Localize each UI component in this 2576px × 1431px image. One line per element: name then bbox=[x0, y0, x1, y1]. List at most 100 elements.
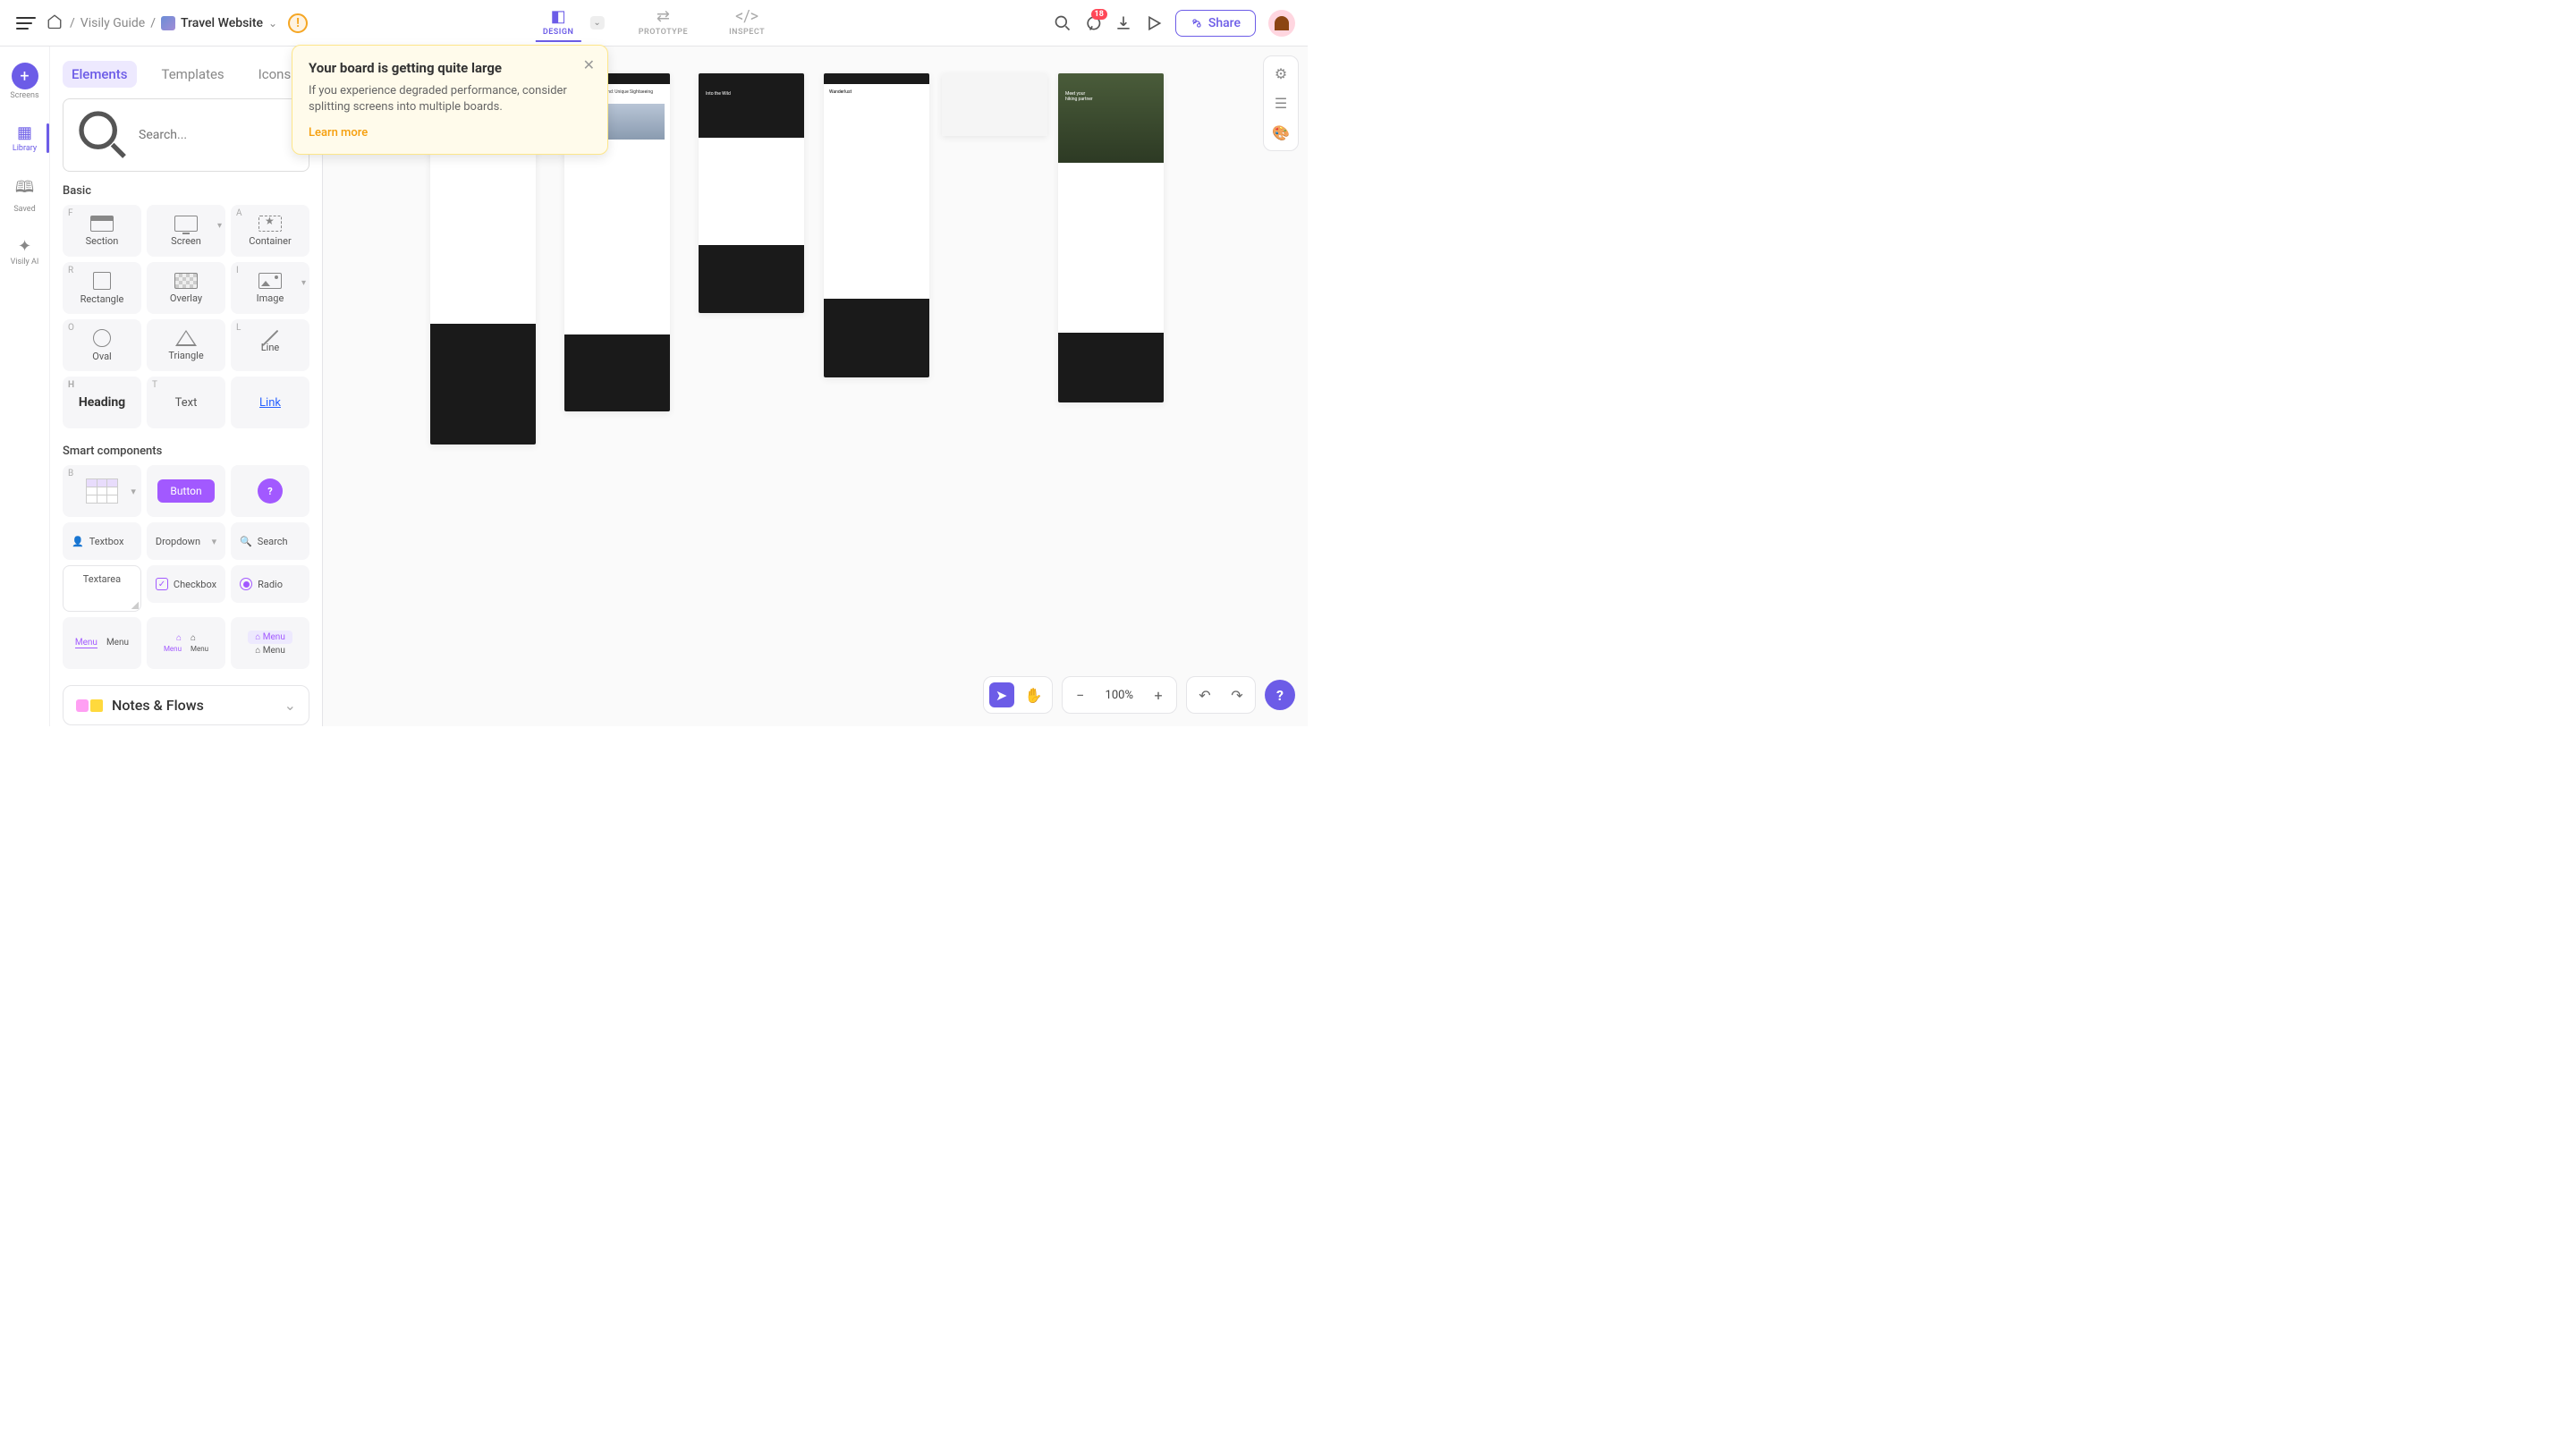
basic-grid: FSection Screen▾ AContainer RRectangle O… bbox=[63, 205, 309, 428]
rail-library[interactable]: ▦ Library bbox=[0, 120, 49, 157]
zoom-in[interactable]: + bbox=[1146, 682, 1171, 707]
notif-count: 18 bbox=[1091, 9, 1107, 20]
notes-icon bbox=[76, 699, 103, 712]
settings-icon[interactable]: ⚙ bbox=[1275, 65, 1287, 82]
element-textarea[interactable]: Textarea bbox=[63, 565, 141, 612]
element-overlay[interactable]: Overlay bbox=[147, 262, 225, 314]
element-heading[interactable]: HHeading bbox=[63, 377, 141, 428]
element-section[interactable]: FSection bbox=[63, 205, 141, 257]
tab-templates[interactable]: Templates bbox=[153, 61, 233, 88]
element-table[interactable]: B▾ bbox=[63, 465, 141, 517]
screen-icon bbox=[174, 216, 198, 232]
undo-button[interactable]: ↶ bbox=[1192, 682, 1217, 707]
breadcrumb-guide[interactable]: Visily Guide bbox=[80, 16, 145, 30]
search-icon bbox=[74, 106, 131, 164]
notes-flows-button[interactable]: Notes & Flows ⌄ bbox=[63, 685, 309, 725]
palette-icon[interactable]: 🎨 bbox=[1272, 124, 1290, 141]
tab-elements[interactable]: Elements bbox=[63, 61, 137, 88]
right-rail: ⚙ ☰ 🎨 bbox=[1263, 55, 1299, 151]
chevron-down-icon[interactable]: ▾ bbox=[217, 221, 222, 231]
comments-icon[interactable]: 18 bbox=[1084, 14, 1102, 32]
bottom-bar: ➤ ✋ − 100% + ↶ ↷ ? bbox=[983, 676, 1295, 714]
redo-button[interactable]: ↷ bbox=[1224, 682, 1250, 707]
element-rectangle[interactable]: RRectangle bbox=[63, 262, 141, 314]
rail-screens[interactable]: + Screens bbox=[0, 59, 49, 104]
ai-icon: ✦ bbox=[18, 237, 31, 256]
layers-icon[interactable]: ☰ bbox=[1275, 95, 1287, 112]
rectangle-icon bbox=[93, 272, 111, 290]
download-icon[interactable] bbox=[1114, 14, 1132, 32]
close-icon[interactable]: ✕ bbox=[583, 56, 595, 73]
element-link[interactable]: Link bbox=[231, 377, 309, 428]
element-triangle[interactable]: Triangle bbox=[147, 319, 225, 371]
tab-prototype[interactable]: ⇄ PROTOTYPE bbox=[631, 4, 695, 40]
checkbox-icon: ✓ bbox=[156, 578, 168, 590]
tab-inspect[interactable]: </> INSPECT bbox=[722, 4, 772, 40]
chevron-down-icon[interactable]: ⌄ bbox=[268, 17, 277, 30]
element-textbox[interactable]: 👤 Textbox bbox=[63, 522, 141, 560]
rail-ai[interactable]: ✦ Visily AI bbox=[0, 233, 49, 270]
home-icon[interactable] bbox=[47, 13, 63, 33]
element-image[interactable]: IImage▾ bbox=[231, 262, 309, 314]
zoom-value[interactable]: 100% bbox=[1100, 689, 1139, 702]
button-icon: Button bbox=[157, 479, 214, 503]
artboard-4[interactable]: Wanderlust bbox=[824, 73, 929, 377]
element-line[interactable]: LLine bbox=[231, 319, 309, 371]
chevron-down-icon[interactable]: ▾ bbox=[301, 278, 306, 288]
element-search[interactable]: 🔍 Search bbox=[231, 522, 309, 560]
element-oval[interactable]: OOval bbox=[63, 319, 141, 371]
breadcrumb-board[interactable]: Travel Website bbox=[181, 16, 263, 30]
element-checkbox[interactable]: ✓Checkbox bbox=[147, 565, 225, 603]
search-input[interactable] bbox=[63, 98, 309, 172]
warning-badge[interactable]: ! bbox=[288, 13, 308, 33]
image-icon bbox=[258, 273, 282, 289]
rail-saved[interactable]: 🕮 Saved bbox=[0, 173, 49, 217]
left-rail: + Screens ▦ Library 🕮 Saved ✦ Visily AI bbox=[0, 47, 50, 726]
element-radio[interactable]: Radio bbox=[231, 565, 309, 603]
search-field[interactable] bbox=[139, 128, 298, 142]
search-icon[interactable] bbox=[1054, 14, 1072, 32]
help-button[interactable]: ? bbox=[1265, 680, 1295, 710]
design-dropdown[interactable]: ⌄ bbox=[589, 16, 604, 30]
smart-grid: B▾ Button ? 👤 Textbox Dropdown▾ 🔍 Search… bbox=[63, 465, 309, 669]
triangle-icon bbox=[175, 330, 197, 346]
tooltip-learn-more[interactable]: Learn more bbox=[309, 126, 368, 140]
element-dropdown[interactable]: Dropdown▾ bbox=[147, 522, 225, 560]
chevron-down-icon[interactable]: ▾ bbox=[131, 486, 136, 497]
artboard-3[interactable]: Into the Wild bbox=[699, 73, 804, 313]
element-container[interactable]: AContainer bbox=[231, 205, 309, 257]
breadcrumb: / Visily Guide / Travel Website ⌄ bbox=[70, 16, 277, 30]
tab-design[interactable]: ◧ DESIGN bbox=[536, 4, 581, 42]
library-icon: ▦ bbox=[17, 123, 32, 142]
artboard-6[interactable]: Meet yourhiking partner bbox=[1058, 73, 1164, 402]
element-text[interactable]: TText bbox=[147, 377, 225, 428]
add-screen-icon[interactable]: + bbox=[12, 63, 38, 89]
tooltip-title: Your board is getting quite large bbox=[309, 60, 591, 76]
cursor-tools: ➤ ✋ bbox=[983, 676, 1053, 714]
hand-tool[interactable]: ✋ bbox=[1021, 682, 1046, 707]
element-menu-tabs[interactable]: MenuMenu bbox=[63, 617, 141, 669]
element-menu-icons[interactable]: ⌂⌂MenuMenu bbox=[147, 617, 225, 669]
element-button[interactable]: Button bbox=[147, 465, 225, 517]
pointer-tool[interactable]: ➤ bbox=[989, 682, 1014, 707]
design-icon: ◧ bbox=[551, 7, 566, 26]
table-icon bbox=[86, 478, 118, 504]
menu-icon[interactable] bbox=[13, 13, 39, 33]
artboard-5[interactable] bbox=[942, 73, 1047, 136]
element-tooltip[interactable]: ? bbox=[231, 465, 309, 517]
overlay-icon bbox=[174, 273, 198, 289]
board-icon bbox=[161, 16, 175, 30]
oval-icon bbox=[93, 329, 111, 347]
tooltip-icon: ? bbox=[258, 478, 283, 504]
basic-label: Basic bbox=[63, 184, 309, 198]
inspect-icon: </> bbox=[735, 7, 758, 26]
element-screen[interactable]: Screen▾ bbox=[147, 205, 225, 257]
history-controls: ↶ ↷ bbox=[1186, 676, 1256, 714]
play-icon[interactable] bbox=[1145, 14, 1163, 32]
avatar[interactable] bbox=[1268, 10, 1295, 37]
element-menu-list[interactable]: ⌂ Menu⌂ Menu bbox=[231, 617, 309, 669]
share-button[interactable]: Share bbox=[1175, 10, 1256, 37]
zoom-out[interactable]: − bbox=[1068, 682, 1093, 707]
radio-icon bbox=[240, 578, 252, 590]
smart-label: Smart components bbox=[63, 445, 309, 458]
